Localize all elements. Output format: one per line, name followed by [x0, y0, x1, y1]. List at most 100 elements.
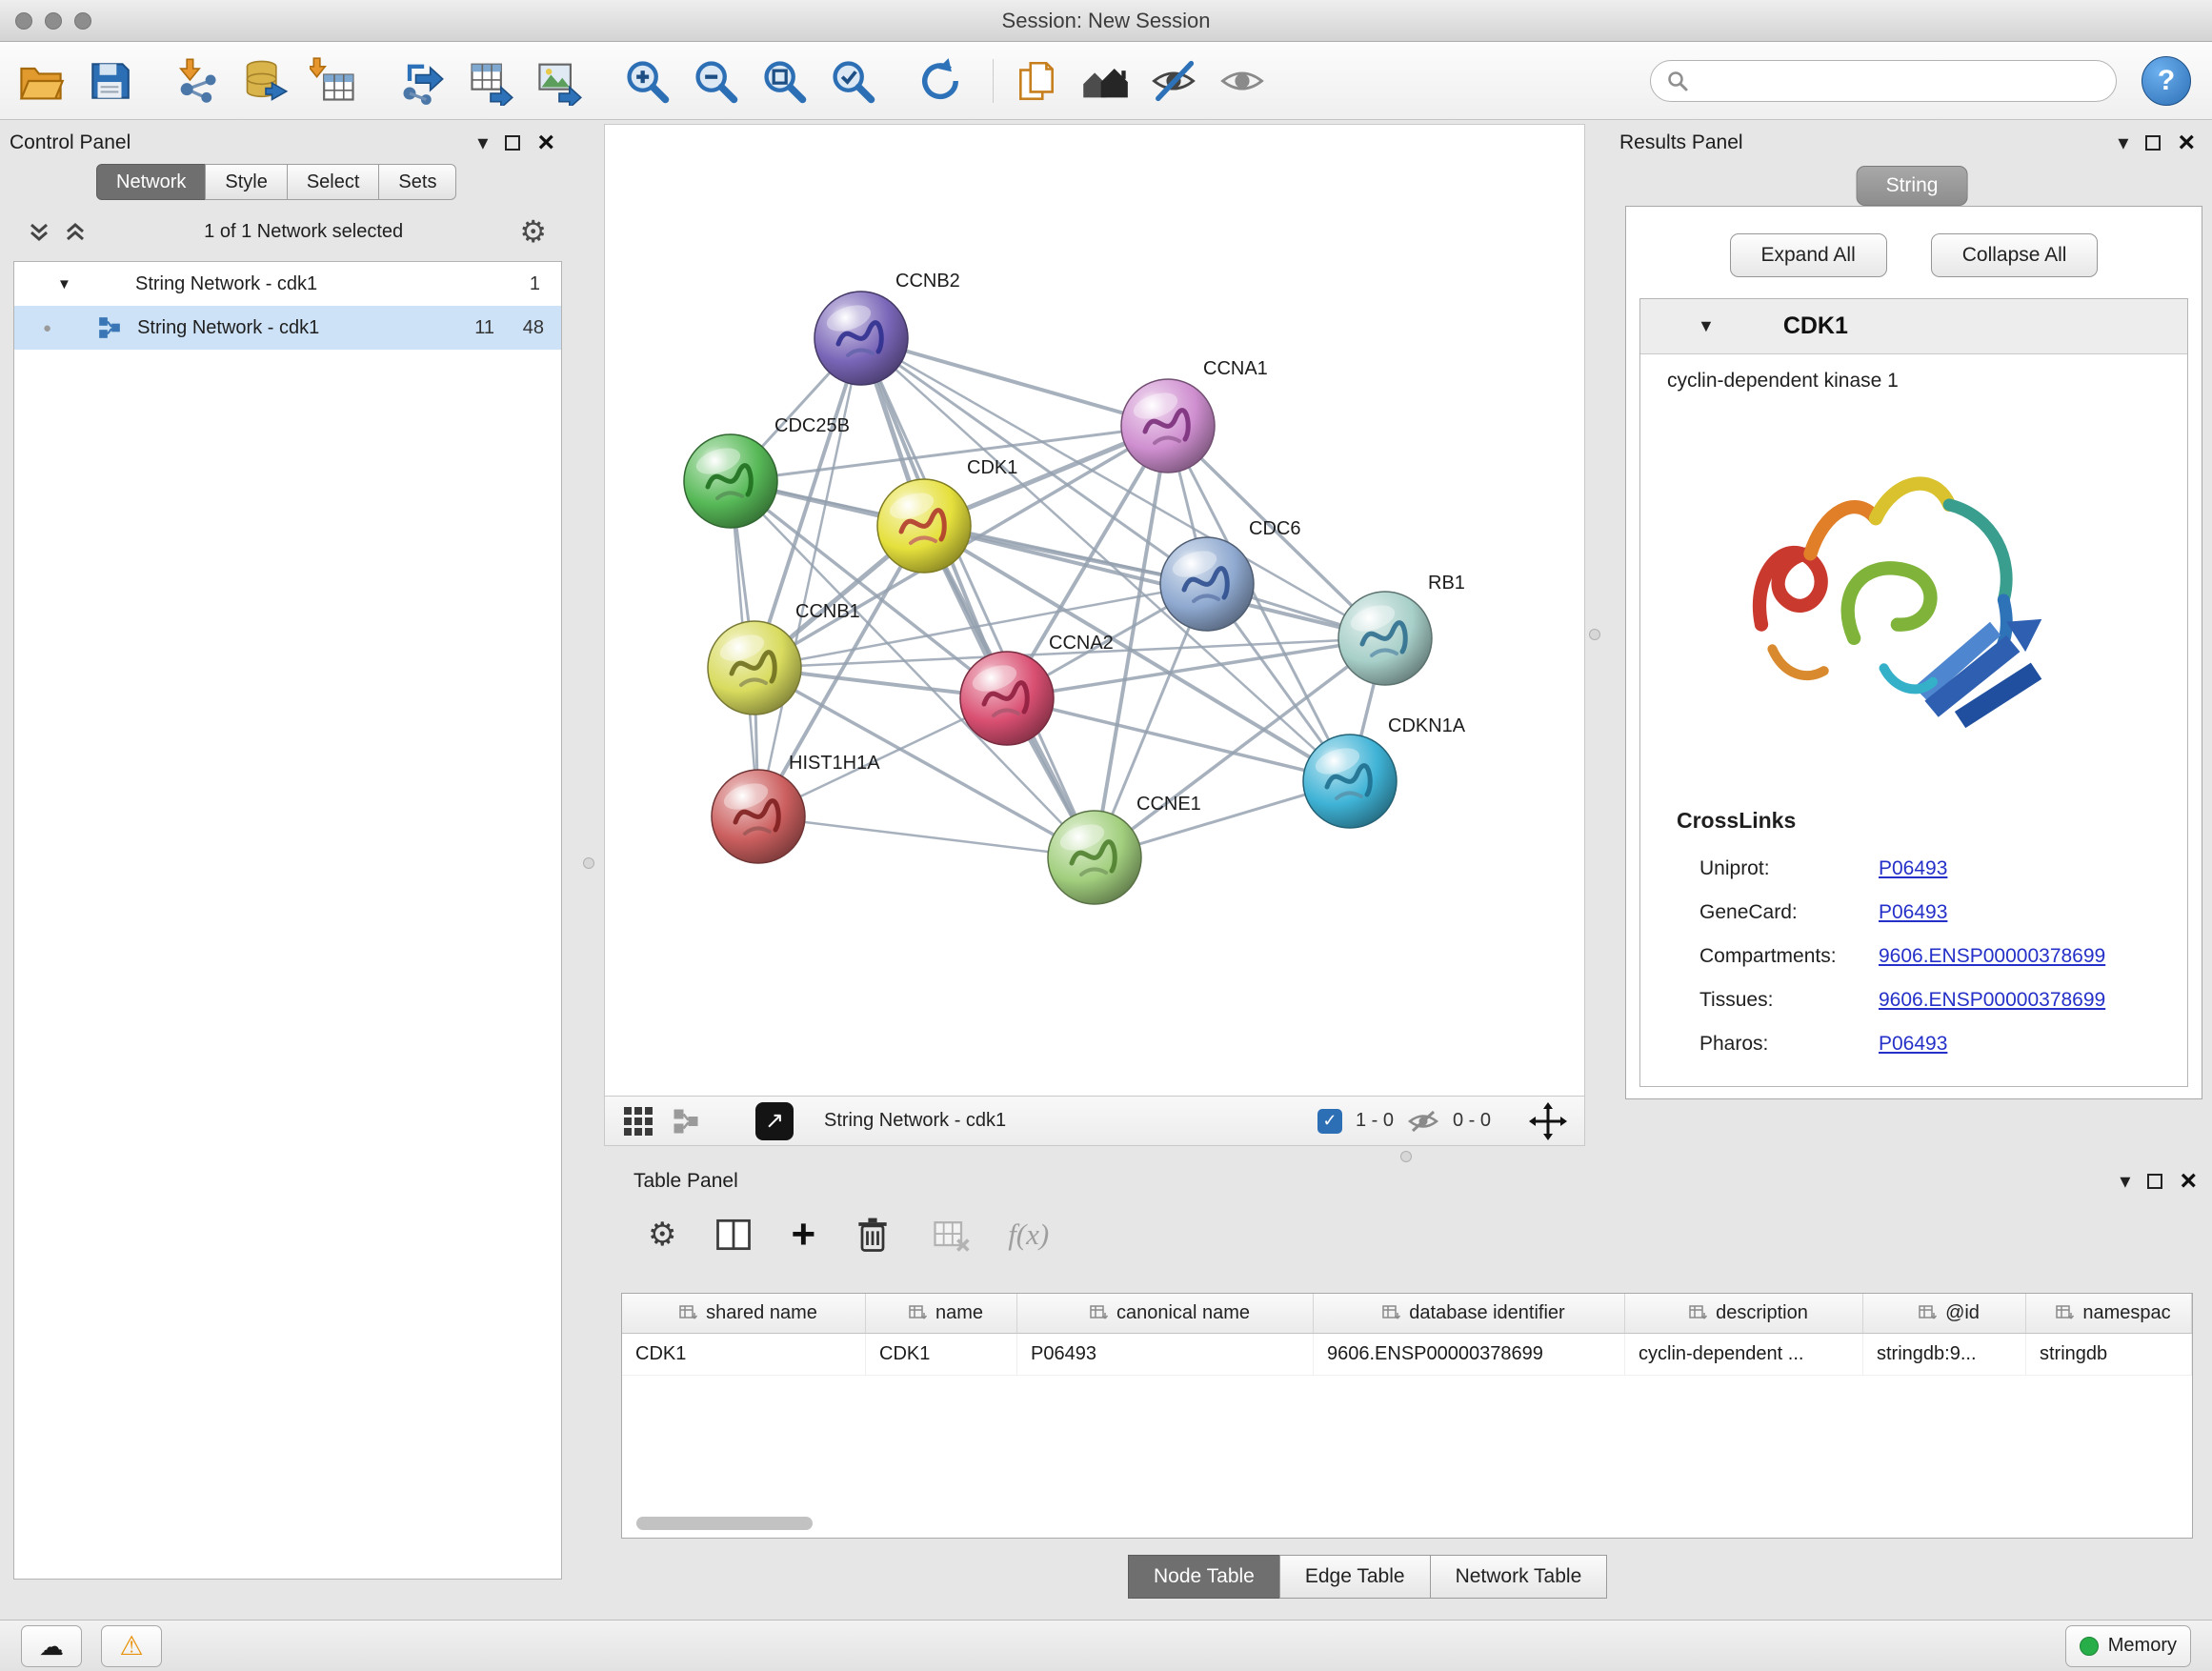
panel-collapse-icon[interactable]: ▾	[2118, 132, 2128, 153]
expand-all-button[interactable]: Expand All	[1730, 233, 1887, 277]
share-view-icon[interactable]	[672, 1107, 700, 1136]
import-network-button[interactable]	[170, 53, 225, 109]
node-CCNB2[interactable]: CCNB2	[814, 271, 960, 385]
table-cell[interactable]: 9606.ENSP00000378699	[1314, 1334, 1625, 1375]
close-window-button[interactable]	[15, 12, 32, 30]
tab-style[interactable]: Style	[205, 164, 287, 200]
zoom-window-button[interactable]	[74, 12, 91, 30]
column-header-shared-name[interactable]: shared name	[622, 1294, 866, 1333]
collapse-all-button[interactable]: Collapse All	[1931, 233, 2099, 277]
disclosure-triangle-icon[interactable]: ▼	[57, 276, 78, 292]
network-options-gear-icon[interactable]: ⚙	[519, 216, 547, 247]
panel-close-icon[interactable]: ×	[2180, 1170, 2197, 1193]
import-network-from-database-button[interactable]	[238, 53, 293, 109]
copy-document-button[interactable]	[1009, 53, 1064, 109]
open-session-button[interactable]	[13, 53, 69, 109]
table-cell[interactable]: stringdb	[2026, 1334, 2192, 1375]
node-CDKN1A[interactable]: CDKN1A	[1303, 715, 1466, 828]
splitter-handle-left[interactable]	[583, 857, 594, 869]
show-columns-icon[interactable]	[713, 1214, 754, 1256]
import-table-button[interactable]	[307, 53, 362, 109]
column-header-name[interactable]: name	[866, 1294, 1017, 1333]
panel-maximize-icon[interactable]	[2147, 1174, 2162, 1189]
edge-CDK1-RB1[interactable]	[924, 526, 1385, 638]
gene-collapse-icon[interactable]: ▼	[1698, 316, 1715, 336]
tab-sets[interactable]: Sets	[378, 164, 456, 200]
save-session-button[interactable]	[82, 53, 137, 109]
column-header-database-identifier[interactable]: database identifier	[1314, 1294, 1625, 1333]
network-canvas[interactable]: CCNB2CCNA1CDC25BCDK1CDC6RB1CCNB1CCNA2CDK…	[605, 125, 1584, 1096]
add-column-icon[interactable]: +	[791, 1218, 815, 1251]
node-CCNB1[interactable]: CCNB1	[708, 601, 860, 715]
memory-button[interactable]: Memory	[2065, 1625, 2191, 1667]
table-options-gear-icon[interactable]: ⚙	[648, 1216, 676, 1254]
warnings-button[interactable]: ⚠	[101, 1625, 162, 1667]
expand-all-icon[interactable]	[63, 219, 88, 244]
function-builder-icon[interactable]: f(x)	[1008, 1218, 1049, 1252]
tab-string[interactable]: String	[1857, 166, 1968, 206]
table-cell[interactable]: cyclin-dependent ...	[1625, 1334, 1863, 1375]
node-HIST1H1A[interactable]: HIST1H1A	[712, 753, 880, 863]
network-collection-row[interactable]: ▼ String Network - cdk1 1	[14, 262, 561, 306]
tab-edge-table[interactable]: Edge Table	[1279, 1555, 1431, 1599]
edge-HIST1H1A-CCNE1[interactable]	[758, 816, 1095, 857]
pan-crosshair-icon[interactable]	[1529, 1102, 1567, 1140]
table-row[interactable]: CDK1CDK1P064939606.ENSP00000378699cyclin…	[622, 1334, 2192, 1376]
crosslink-link[interactable]: P06493	[1879, 901, 1947, 924]
zoom-fit-button[interactable]	[756, 53, 812, 109]
export-table-button[interactable]	[463, 53, 518, 109]
delete-table-icon[interactable]	[930, 1214, 972, 1256]
zoom-selected-button[interactable]	[825, 53, 880, 109]
network-row[interactable]: ● String Network - cdk1 11 48	[14, 306, 561, 350]
edge-CCNB2-HIST1H1A[interactable]	[758, 338, 861, 816]
cloud-status-button[interactable]: ☁	[21, 1625, 82, 1667]
node-CCNA1[interactable]: CCNA1	[1121, 358, 1268, 473]
edge-CCNB2-CCNE1[interactable]	[861, 338, 1095, 857]
zoom-in-button[interactable]	[619, 53, 674, 109]
minimize-window-button[interactable]	[45, 12, 62, 30]
detach-view-button[interactable]: ↗	[755, 1102, 794, 1140]
help-button[interactable]: ?	[2142, 56, 2191, 106]
hide-selected-button[interactable]	[1146, 53, 1201, 109]
horizontal-scrollbar[interactable]	[636, 1517, 813, 1530]
panel-collapse-icon[interactable]: ▾	[477, 132, 488, 153]
splitter-handle-right[interactable]	[1589, 629, 1600, 640]
panel-maximize-icon[interactable]	[2145, 135, 2161, 151]
panel-close-icon[interactable]: ×	[537, 131, 554, 154]
refresh-button[interactable]	[913, 53, 968, 109]
column-header-canonical-name[interactable]: canonical name	[1017, 1294, 1314, 1333]
panel-maximize-icon[interactable]	[505, 135, 520, 151]
splitter-handle-bottom[interactable]	[1400, 1151, 1412, 1162]
column-header-description[interactable]: description	[1625, 1294, 1863, 1333]
delete-column-trash-icon[interactable]	[852, 1214, 894, 1256]
collapse-all-icon[interactable]	[27, 219, 51, 244]
tab-network[interactable]: Network	[96, 164, 206, 200]
table-cell[interactable]: CDK1	[622, 1334, 866, 1375]
table-cell[interactable]: CDK1	[866, 1334, 1017, 1375]
export-image-button[interactable]	[532, 53, 587, 109]
tab-select[interactable]: Select	[287, 164, 380, 200]
show-all-button[interactable]	[1215, 53, 1270, 109]
table-cell[interactable]: P06493	[1017, 1334, 1314, 1375]
selected-checkbox-icon[interactable]: ✓	[1317, 1109, 1342, 1134]
gene-header[interactable]: ▼ CDK1	[1640, 299, 2187, 354]
column-header-namespac[interactable]: namespac	[2026, 1294, 2192, 1333]
tab-network-table[interactable]: Network Table	[1430, 1555, 1608, 1599]
edge-CCNB2-CCNA1[interactable]	[861, 338, 1168, 426]
panel-close-icon[interactable]: ×	[2178, 131, 2195, 154]
search-input[interactable]	[1699, 70, 2101, 91]
zoom-out-button[interactable]	[688, 53, 743, 109]
table-cell[interactable]: stringdb:9...	[1863, 1334, 2026, 1375]
crosslink-link[interactable]: P06493	[1879, 1033, 1947, 1056]
column-header--id[interactable]: @id	[1863, 1294, 2026, 1333]
crosslink-link[interactable]: P06493	[1879, 857, 1947, 880]
crosslink-link[interactable]: 9606.ENSP00000378699	[1879, 945, 2105, 968]
tab-node-table[interactable]: Node Table	[1128, 1555, 1280, 1599]
node-RB1[interactable]: RB1	[1338, 573, 1465, 685]
node-CDK1[interactable]: CDK1	[877, 457, 1017, 573]
panel-collapse-icon[interactable]: ▾	[2120, 1171, 2130, 1192]
grid-view-icon[interactable]	[622, 1105, 654, 1137]
crosslink-link[interactable]: 9606.ENSP00000378699	[1879, 989, 2105, 1012]
export-network-button[interactable]	[394, 53, 450, 109]
home-button[interactable]	[1077, 53, 1133, 109]
